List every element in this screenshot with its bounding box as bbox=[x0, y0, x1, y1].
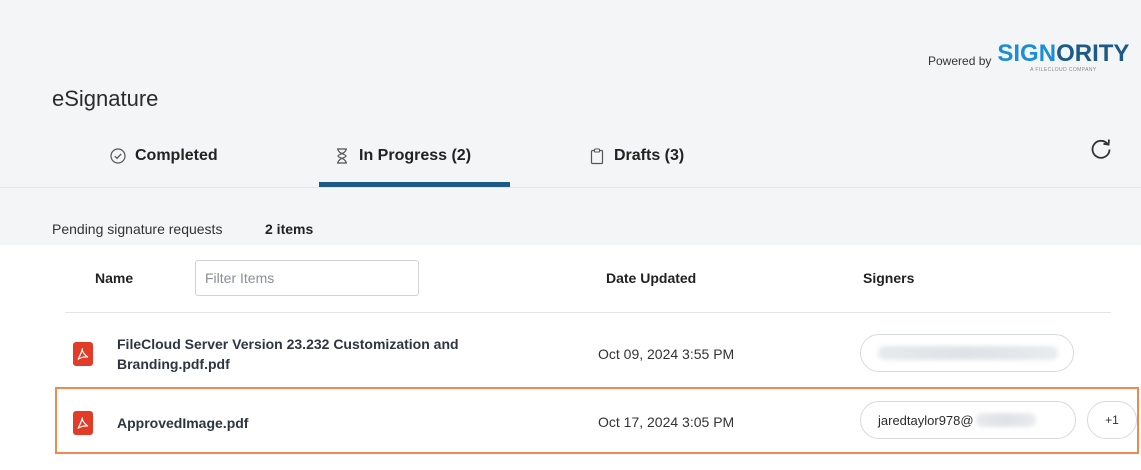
signer-email: jaredtaylor978@ bbox=[878, 412, 974, 428]
summary-label: Pending signature requests bbox=[52, 221, 223, 237]
tab-in-progress[interactable]: In Progress (2) bbox=[333, 144, 471, 168]
check-circle-icon bbox=[109, 147, 127, 165]
column-header-date-updated[interactable]: Date Updated bbox=[606, 270, 696, 286]
filter-input[interactable] bbox=[195, 260, 419, 296]
pdf-icon bbox=[73, 411, 93, 435]
signer-chip[interactable]: jaredtaylor978@ bbox=[860, 401, 1076, 439]
file-name-link[interactable]: FileCloud Server Version 23.232 Customiz… bbox=[117, 334, 517, 374]
refresh-icon[interactable] bbox=[1088, 136, 1114, 162]
powered-by-label: Powered by bbox=[928, 54, 992, 68]
pdf-icon bbox=[73, 342, 93, 366]
column-header-name[interactable]: Name bbox=[95, 270, 133, 286]
tab-label: Drafts (3) bbox=[614, 147, 685, 164]
file-name-link[interactable]: ApprovedImage.pdf bbox=[117, 413, 248, 433]
tab-drafts[interactable]: Drafts (3) bbox=[588, 144, 684, 168]
tab-label: Completed bbox=[135, 147, 218, 164]
powered-by-branding: Powered by SIGNORITY A FILECLOUD COMPANY bbox=[928, 40, 1130, 74]
date-updated: Oct 09, 2024 3:55 PM bbox=[598, 346, 735, 362]
clipboard-icon bbox=[588, 147, 606, 165]
hourglass-icon bbox=[333, 147, 351, 165]
tab-label: In Progress (2) bbox=[359, 147, 472, 164]
tab-completed[interactable]: Completed bbox=[109, 144, 218, 168]
redacted-email bbox=[975, 413, 1036, 427]
logo-tagline: A FILECLOUD COMPANY bbox=[1030, 67, 1097, 73]
signority-logo: SIGNORITY A FILECLOUD COMPANY bbox=[997, 40, 1130, 74]
summary-bar: Pending signature requests 2 items bbox=[0, 187, 1141, 245]
summary-count: 2 items bbox=[265, 221, 314, 237]
column-header-signers: Signers bbox=[863, 270, 915, 286]
redacted-email bbox=[878, 346, 1058, 360]
header-divider bbox=[65, 312, 1111, 313]
date-updated: Oct 17, 2024 3:05 PM bbox=[598, 414, 735, 430]
more-signers-chip[interactable]: +1 bbox=[1087, 401, 1137, 439]
logo-wordmark: SIGNORITY bbox=[997, 40, 1130, 67]
page-title: eSignature bbox=[52, 86, 159, 111]
signer-chip[interactable] bbox=[860, 334, 1074, 372]
